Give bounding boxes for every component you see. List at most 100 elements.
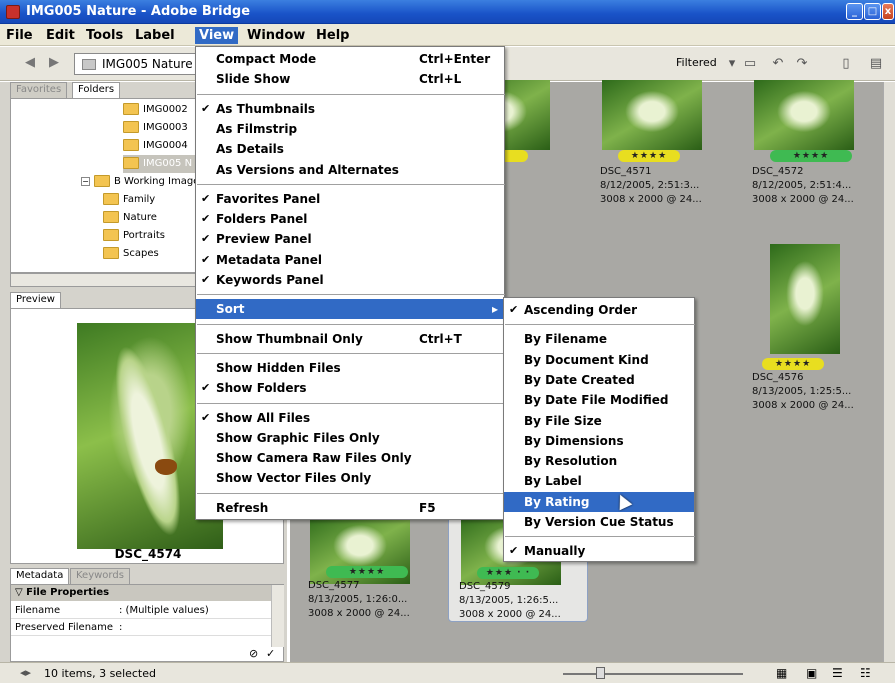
menu-item-as-details[interactable]: As Details [196,139,504,159]
path-dropdown[interactable]: IMG005 Nature [74,53,196,75]
thumbnail-dsc-4571[interactable]: ★★★★ DSC_4571 8/12/2005, 2:51:3... 3008 x 2… [590,80,730,205]
tab-favorites[interactable]: Favorites [10,82,68,98]
thumbnails-view-icon[interactable]: ▦ [776,666,787,680]
menu-item-sort[interactable]: Sort ▸ [196,299,504,320]
tab-metadata[interactable]: Metadata [10,568,70,584]
rotate-right-icon[interactable]: ↷ [794,56,810,72]
menu-help[interactable]: Help [312,27,353,44]
folder-tree-item-scapes[interactable]: Scapes [103,245,159,263]
chevron-down-icon[interactable]: ▾ [724,56,740,72]
menu-item-by-file-size[interactable]: By File Size [504,411,694,431]
menu-window[interactable]: Window [243,27,309,44]
thumbnail-size-slider[interactable] [563,673,743,675]
menu-item-label: Show Graphic Files Only [216,430,380,445]
menu-item-preview-panel[interactable]: ✔ Preview Panel [196,229,504,249]
menu-item-label: Keywords Panel [216,273,324,287]
menu-item-metadata-panel[interactable]: ✔ Metadata Panel [196,250,504,270]
panel-toggle-icon[interactable]: ◂▸ [20,666,31,679]
versions-view-icon[interactable]: ☷ [860,666,871,680]
thumbnail-dims: 3008 x 2000 @ 24... [752,194,854,205]
menu-item-as-filmstrip[interactable]: As Filmstrip [196,119,504,139]
menu-separator [197,93,505,95]
menu-item-by-date-created[interactable]: By Date Created [504,370,694,390]
folder-tree-item-img0002[interactable]: IMG0002 [123,101,188,119]
checkmark-icon: ✔ [201,410,211,424]
menu-item-keywords-panel[interactable]: ✔ Keywords Panel [196,270,504,290]
tab-keywords[interactable]: Keywords [70,568,130,584]
back-arrow-icon[interactable]: ◀ [22,56,38,70]
tab-folders[interactable]: Folders [72,82,121,98]
slider-thumb[interactable] [596,667,605,679]
file-properties-header[interactable]: ▽ File Properties [11,585,271,601]
thumbnail-dsc-4577[interactable]: ★★★★ DSC_4577 8/13/2005, 1:26:0... 3008 x 2… [298,502,438,622]
collapse-icon[interactable]: − [81,176,90,186]
menu-item-by-resolution[interactable]: By Resolution [504,451,694,471]
menu-item-by-label[interactable]: By Label [504,471,694,491]
filmstrip-view-icon[interactable]: ▣ [806,666,817,680]
menu-item-show-thumbnail-only[interactable]: Show Thumbnail Only Ctrl+T [196,329,504,349]
menu-item-show-all-files[interactable]: ✔ Show All Files [196,408,504,428]
menu-item-manually[interactable]: ✔ Manually [504,541,694,561]
menu-item-ascending-order[interactable]: ✔ Ascending Order [504,300,694,320]
details-view-icon[interactable]: ☰ [832,666,843,680]
trash-icon[interactable]: ▯ [838,56,854,72]
no-entry-icon[interactable]: ⊘ [249,647,258,660]
menu-item-label: By Version Cue Status [524,515,674,529]
thumbnail-name: DSC_4577 [308,580,360,591]
menu-item-slide-show[interactable]: Slide Show Ctrl+L [196,69,504,89]
menu-item-by-document-kind[interactable]: By Document Kind [504,350,694,370]
folder-icon [123,157,139,169]
menu-item-by-dimensions[interactable]: By Dimensions [504,431,694,451]
menu-item-refresh[interactable]: Refresh F5 [196,498,504,518]
menu-item-label: By Resolution [524,454,618,469]
bridge-app-icon [6,5,20,19]
tab-preview[interactable]: Preview [10,292,61,308]
folder-tree-item-portraits[interactable]: Portraits [103,227,165,245]
thumbnail-dims: 3008 x 2000 @ 24... [308,608,410,619]
maximize-button[interactable]: □ [864,3,881,20]
menu-edit[interactable]: Edit [42,27,79,44]
menu-item-as-thumbnails[interactable]: ✔ As Thumbnails [196,99,504,119]
thumbnail-name: DSC_4571 [600,166,652,177]
menu-tools[interactable]: Tools [82,27,127,44]
new-folder-icon[interactable]: ▭ [742,56,758,72]
menu-label[interactable]: Label [131,27,179,44]
folder-tree-item-img0004[interactable]: IMG0004 [123,137,188,155]
folder-tree-item-family[interactable]: Family [103,191,155,209]
forward-arrow-icon[interactable]: ▶ [46,56,62,70]
menu-item-by-filename[interactable]: By Filename [504,329,694,349]
minimize-button[interactable]: _ [846,3,863,20]
menu-item-by-version-cue-status[interactable]: By Version Cue Status [504,512,694,532]
menu-item-label: As Versions and Alternates [216,162,399,177]
rating-badge: ★★★★ [762,358,824,370]
menu-item-label: Show All Files [216,410,311,425]
thumbnail-dsc-4576[interactable]: ★★★★ DSC_4576 8/13/2005, 1:25:5... 3008 x 2… [742,242,882,411]
menu-item-folders-panel[interactable]: ✔ Folders Panel [196,209,504,229]
thumbnail-dims: 3008 x 2000 @ 24... [459,609,561,620]
folder-tree-item-img0003[interactable]: IMG0003 [123,119,188,137]
menu-item-show-hidden-files[interactable]: Show Hidden Files [196,358,504,378]
folder-tree-item-b-working-image[interactable]: − B Working Image [81,173,199,191]
menu-file[interactable]: File [2,27,37,44]
menu-item-show-graphic-files-only[interactable]: Show Graphic Files Only [196,428,504,448]
menu-item-show-camera-raw-files-only[interactable]: Show Camera Raw Files Only [196,448,504,468]
path-text: IMG005 Nature [102,57,193,71]
menu-item-favorites-panel[interactable]: ✔ Favorites Panel [196,189,504,209]
menu-item-by-date-file-modified[interactable]: By Date File Modified [504,390,694,410]
close-button[interactable]: x [882,3,894,20]
menu-view[interactable]: View [195,27,239,44]
menu-shortcut: Ctrl+T [419,331,462,346]
content-vertical-scrollbar[interactable] [883,82,895,662]
rotate-left-icon[interactable]: ↶ [770,56,786,72]
menu-item-by-rating[interactable]: By Rating [504,491,694,512]
menu-item-show-vector-files-only[interactable]: Show Vector Files Only [196,468,504,488]
view-mode-icon[interactable]: ▤ [868,56,884,72]
thumbnail-dsc-4572[interactable]: ★★★★ DSC_4572 8/12/2005, 2:51:4... 3008 x 2… [742,80,882,205]
folder-tree-item-nature[interactable]: Nature [103,209,157,227]
menu-item-show-folders[interactable]: ✔ Show Folders [196,378,504,398]
filter-label[interactable]: Filtered [676,56,717,69]
menu-item-compact-mode[interactable]: Compact Mode Ctrl+Enter [196,49,504,69]
menu-item-as-versions-and-alternates[interactable]: As Versions and Alternates [196,160,504,180]
checkmark-icon[interactable]: ✓ [266,647,275,660]
metadata-scrollbar[interactable] [271,585,284,647]
